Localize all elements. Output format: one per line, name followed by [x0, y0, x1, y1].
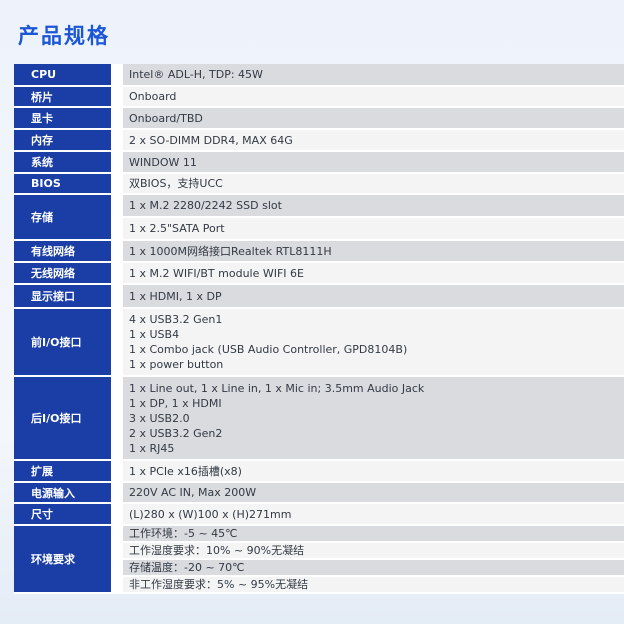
spec-value: 1 x Combo jack (USB Audio Controller, GP… — [129, 343, 408, 356]
spec-row-cpu: CPU Intel® ADL-H, TDP: 45W — [14, 64, 624, 87]
spec-value: 2 x SO-DIMM DDR4, MAX 64G — [117, 129, 624, 152]
spec-value: 220V AC IN, Max 200W — [117, 482, 624, 504]
spec-table: CPU Intel® ADL-H, TDP: 45W 桥片 Onboard 显卡… — [14, 64, 624, 594]
spec-label: 存储 — [14, 194, 123, 241]
spec-label: 后I/O接口 — [14, 376, 123, 461]
spec-row-memory: 内存 2 x SO-DIMM DDR4, MAX 64G — [14, 129, 624, 152]
spec-value: 1 x USB4 — [129, 328, 180, 341]
spec-row-wireless-network: 无线网络 1 x M.2 WIFI/BT module WIFI 6E — [14, 262, 624, 285]
spec-label: 电源输入 — [14, 482, 123, 504]
spec-label: 无线网络 — [14, 262, 123, 285]
spec-value: Intel® ADL-H, TDP: 45W — [117, 64, 624, 87]
spec-value: 1 x PCIe x16插槽(x8) — [117, 460, 624, 483]
spec-value: 1 x power button — [129, 358, 224, 371]
page-title: 产品规格 — [18, 24, 110, 48]
spec-value: 4 x USB3.2 Gen1 — [129, 313, 223, 326]
spec-value: Onboard/TBD — [117, 107, 624, 130]
spec-label: 有线网络 — [14, 240, 123, 263]
spec-value: 工作环境：-5 ~ 45℃ — [117, 525, 624, 543]
spec-row-bios: BIOS 双BIOS，支持UCC — [14, 173, 624, 195]
spec-value: 存储温度：-20 ~ 70℃ — [117, 559, 624, 577]
spec-value: WINDOW 11 — [117, 151, 624, 174]
spec-value: 1 x HDMI, 1 x DP — [117, 284, 624, 309]
spec-label: CPU — [14, 64, 123, 87]
spec-row-rear-io: 后I/O接口 1 x Line out, 1 x Line in, 1 x Mi… — [14, 376, 624, 461]
spec-value: 双BIOS，支持UCC — [117, 173, 624, 195]
spec-value: 2 x USB3.2 Gen2 — [129, 426, 223, 440]
spec-value: 1 x DP, 1 x HDMI — [129, 396, 222, 410]
spec-label: 环境要求 — [14, 525, 123, 594]
spec-value: 1 x M.2 WIFI/BT module WIFI 6E — [117, 262, 624, 285]
spec-label: 桥片 — [14, 86, 123, 108]
spec-value: 1 x RJ45 — [129, 441, 175, 455]
spec-value: (L)280 x (W)100 x (H)271mm — [117, 503, 624, 526]
spec-label: 前I/O接口 — [14, 308, 123, 377]
spec-row-storage-1: 存储 1 x M.2 2280/2242 SSD slot — [14, 194, 624, 241]
spec-label: 内存 — [14, 129, 123, 152]
spec-label: 显示接口 — [14, 284, 123, 309]
spec-row-graphics: 显卡 Onboard/TBD — [14, 107, 624, 130]
spec-value-list: 1 x Line out, 1 x Line in, 1 x Mic in; 3… — [117, 376, 624, 461]
spec-row-front-io: 前I/O接口 4 x USB3.2 Gen1 1 x USB4 1 x Comb… — [14, 308, 624, 377]
spec-value-list: 4 x USB3.2 Gen1 1 x USB4 1 x Combo jack … — [117, 308, 624, 377]
spec-row-dimensions: 尺寸 (L)280 x (W)100 x (H)271mm — [14, 503, 624, 526]
spec-label: 扩展 — [14, 460, 123, 483]
spec-value: 1 x Line out, 1 x Line in, 1 x Mic in; 3… — [129, 381, 425, 395]
spec-label: 显卡 — [14, 107, 123, 130]
spec-row-environment-1: 环境要求 工作环境：-5 ~ 45℃ — [14, 525, 624, 594]
spec-row-wired-network: 有线网络 1 x 1000M网络接口Realtek RTL8111H — [14, 240, 624, 263]
spec-label: 系统 — [14, 151, 123, 174]
spec-value: 工作湿度要求：10% ~ 90%无凝结 — [117, 542, 624, 560]
spec-row-system: 系统 WINDOW 11 — [14, 151, 624, 174]
spec-value: 1 x 1000M网络接口Realtek RTL8111H — [117, 240, 624, 263]
spec-label: 尺寸 — [14, 503, 123, 526]
spec-row-display: 显示接口 1 x HDMI, 1 x DP — [14, 284, 624, 309]
spec-value: 1 x 2.5"SATA Port — [117, 217, 624, 241]
spec-value: 1 x M.2 2280/2242 SSD slot — [117, 194, 624, 218]
spec-value: 非工作湿度要求：5% ~ 95%无凝结 — [117, 576, 624, 594]
spec-value: 3 x USB2.0 — [129, 411, 190, 425]
spec-row-chipset: 桥片 Onboard — [14, 86, 624, 108]
spec-row-power: 电源输入 220V AC IN, Max 200W — [14, 482, 624, 504]
spec-row-expansion: 扩展 1 x PCIe x16插槽(x8) — [14, 460, 624, 483]
spec-value: Onboard — [117, 86, 624, 108]
spec-label: BIOS — [14, 173, 123, 195]
